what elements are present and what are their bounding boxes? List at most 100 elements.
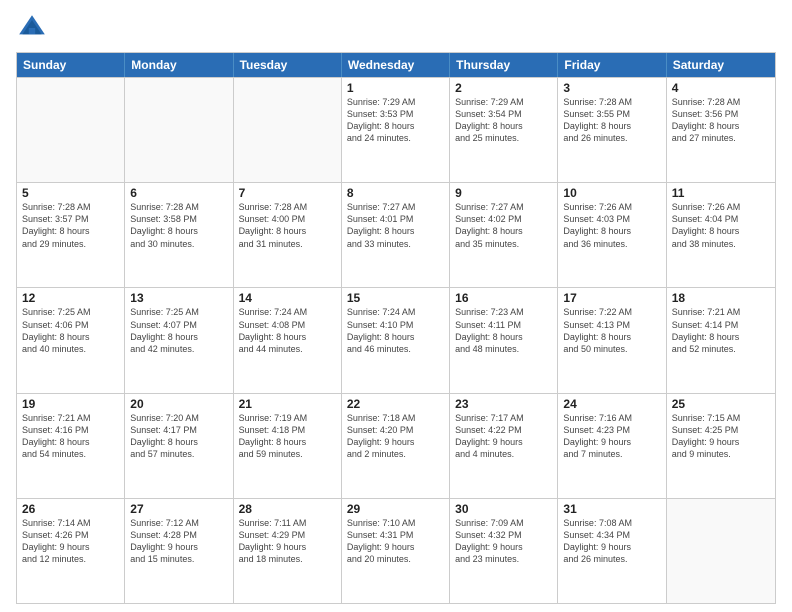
day-number: 6 — [130, 186, 227, 200]
header-day-thursday: Thursday — [450, 53, 558, 77]
day-info: Sunrise: 7:14 AM Sunset: 4:26 PM Dayligh… — [22, 517, 119, 566]
day-number: 9 — [455, 186, 552, 200]
day-number: 27 — [130, 502, 227, 516]
day-info: Sunrise: 7:24 AM Sunset: 4:10 PM Dayligh… — [347, 306, 444, 355]
day-info: Sunrise: 7:24 AM Sunset: 4:08 PM Dayligh… — [239, 306, 336, 355]
calendar-body: 1Sunrise: 7:29 AM Sunset: 3:53 PM Daylig… — [17, 77, 775, 603]
calendar-day-21: 21Sunrise: 7:19 AM Sunset: 4:18 PM Dayli… — [234, 394, 342, 498]
calendar-day-20: 20Sunrise: 7:20 AM Sunset: 4:17 PM Dayli… — [125, 394, 233, 498]
day-number: 22 — [347, 397, 444, 411]
calendar-day-26: 26Sunrise: 7:14 AM Sunset: 4:26 PM Dayli… — [17, 499, 125, 603]
day-info: Sunrise: 7:15 AM Sunset: 4:25 PM Dayligh… — [672, 412, 770, 461]
day-info: Sunrise: 7:28 AM Sunset: 3:56 PM Dayligh… — [672, 96, 770, 145]
day-info: Sunrise: 7:27 AM Sunset: 4:01 PM Dayligh… — [347, 201, 444, 250]
header-day-wednesday: Wednesday — [342, 53, 450, 77]
logo — [16, 12, 52, 44]
calendar-day-1: 1Sunrise: 7:29 AM Sunset: 3:53 PM Daylig… — [342, 78, 450, 182]
header-day-sunday: Sunday — [17, 53, 125, 77]
day-number: 3 — [563, 81, 660, 95]
logo-icon — [16, 12, 48, 44]
day-number: 15 — [347, 291, 444, 305]
header-day-monday: Monday — [125, 53, 233, 77]
calendar-day-24: 24Sunrise: 7:16 AM Sunset: 4:23 PM Dayli… — [558, 394, 666, 498]
calendar-day-22: 22Sunrise: 7:18 AM Sunset: 4:20 PM Dayli… — [342, 394, 450, 498]
day-number: 10 — [563, 186, 660, 200]
day-info: Sunrise: 7:26 AM Sunset: 4:03 PM Dayligh… — [563, 201, 660, 250]
empty-cell — [234, 78, 342, 182]
day-number: 24 — [563, 397, 660, 411]
calendar-day-10: 10Sunrise: 7:26 AM Sunset: 4:03 PM Dayli… — [558, 183, 666, 287]
day-number: 2 — [455, 81, 552, 95]
day-info: Sunrise: 7:12 AM Sunset: 4:28 PM Dayligh… — [130, 517, 227, 566]
calendar-day-6: 6Sunrise: 7:28 AM Sunset: 3:58 PM Daylig… — [125, 183, 233, 287]
calendar-day-5: 5Sunrise: 7:28 AM Sunset: 3:57 PM Daylig… — [17, 183, 125, 287]
day-info: Sunrise: 7:17 AM Sunset: 4:22 PM Dayligh… — [455, 412, 552, 461]
day-info: Sunrise: 7:23 AM Sunset: 4:11 PM Dayligh… — [455, 306, 552, 355]
day-info: Sunrise: 7:21 AM Sunset: 4:14 PM Dayligh… — [672, 306, 770, 355]
calendar-day-31: 31Sunrise: 7:08 AM Sunset: 4:34 PM Dayli… — [558, 499, 666, 603]
day-number: 29 — [347, 502, 444, 516]
calendar-day-27: 27Sunrise: 7:12 AM Sunset: 4:28 PM Dayli… — [125, 499, 233, 603]
day-info: Sunrise: 7:22 AM Sunset: 4:13 PM Dayligh… — [563, 306, 660, 355]
calendar-week-3: 12Sunrise: 7:25 AM Sunset: 4:06 PM Dayli… — [17, 287, 775, 392]
day-info: Sunrise: 7:29 AM Sunset: 3:54 PM Dayligh… — [455, 96, 552, 145]
calendar-day-17: 17Sunrise: 7:22 AM Sunset: 4:13 PM Dayli… — [558, 288, 666, 392]
day-info: Sunrise: 7:10 AM Sunset: 4:31 PM Dayligh… — [347, 517, 444, 566]
day-number: 19 — [22, 397, 119, 411]
day-info: Sunrise: 7:28 AM Sunset: 3:55 PM Dayligh… — [563, 96, 660, 145]
day-number: 20 — [130, 397, 227, 411]
calendar-day-30: 30Sunrise: 7:09 AM Sunset: 4:32 PM Dayli… — [450, 499, 558, 603]
header-day-friday: Friday — [558, 53, 666, 77]
day-number: 11 — [672, 186, 770, 200]
day-number: 31 — [563, 502, 660, 516]
empty-cell — [125, 78, 233, 182]
calendar: SundayMondayTuesdayWednesdayThursdayFrid… — [16, 52, 776, 604]
day-info: Sunrise: 7:09 AM Sunset: 4:32 PM Dayligh… — [455, 517, 552, 566]
day-number: 12 — [22, 291, 119, 305]
calendar-day-9: 9Sunrise: 7:27 AM Sunset: 4:02 PM Daylig… — [450, 183, 558, 287]
day-info: Sunrise: 7:26 AM Sunset: 4:04 PM Dayligh… — [672, 201, 770, 250]
calendar-week-2: 5Sunrise: 7:28 AM Sunset: 3:57 PM Daylig… — [17, 182, 775, 287]
day-info: Sunrise: 7:21 AM Sunset: 4:16 PM Dayligh… — [22, 412, 119, 461]
calendar-day-4: 4Sunrise: 7:28 AM Sunset: 3:56 PM Daylig… — [667, 78, 775, 182]
day-number: 18 — [672, 291, 770, 305]
day-info: Sunrise: 7:18 AM Sunset: 4:20 PM Dayligh… — [347, 412, 444, 461]
day-number: 17 — [563, 291, 660, 305]
day-number: 26 — [22, 502, 119, 516]
day-number: 5 — [22, 186, 119, 200]
day-info: Sunrise: 7:16 AM Sunset: 4:23 PM Dayligh… — [563, 412, 660, 461]
day-number: 14 — [239, 291, 336, 305]
page: SundayMondayTuesdayWednesdayThursdayFrid… — [0, 0, 792, 612]
calendar-week-4: 19Sunrise: 7:21 AM Sunset: 4:16 PM Dayli… — [17, 393, 775, 498]
day-number: 25 — [672, 397, 770, 411]
day-number: 1 — [347, 81, 444, 95]
calendar-day-28: 28Sunrise: 7:11 AM Sunset: 4:29 PM Dayli… — [234, 499, 342, 603]
calendar-day-25: 25Sunrise: 7:15 AM Sunset: 4:25 PM Dayli… — [667, 394, 775, 498]
day-info: Sunrise: 7:28 AM Sunset: 3:58 PM Dayligh… — [130, 201, 227, 250]
day-info: Sunrise: 7:27 AM Sunset: 4:02 PM Dayligh… — [455, 201, 552, 250]
day-number: 28 — [239, 502, 336, 516]
day-info: Sunrise: 7:20 AM Sunset: 4:17 PM Dayligh… — [130, 412, 227, 461]
day-number: 21 — [239, 397, 336, 411]
day-number: 16 — [455, 291, 552, 305]
day-info: Sunrise: 7:08 AM Sunset: 4:34 PM Dayligh… — [563, 517, 660, 566]
calendar-week-1: 1Sunrise: 7:29 AM Sunset: 3:53 PM Daylig… — [17, 77, 775, 182]
day-info: Sunrise: 7:28 AM Sunset: 4:00 PM Dayligh… — [239, 201, 336, 250]
header-day-saturday: Saturday — [667, 53, 775, 77]
day-info: Sunrise: 7:25 AM Sunset: 4:07 PM Dayligh… — [130, 306, 227, 355]
day-number: 30 — [455, 502, 552, 516]
calendar-header: SundayMondayTuesdayWednesdayThursdayFrid… — [17, 53, 775, 77]
calendar-day-16: 16Sunrise: 7:23 AM Sunset: 4:11 PM Dayli… — [450, 288, 558, 392]
day-number: 8 — [347, 186, 444, 200]
day-number: 23 — [455, 397, 552, 411]
header — [16, 12, 776, 44]
empty-cell — [17, 78, 125, 182]
day-info: Sunrise: 7:11 AM Sunset: 4:29 PM Dayligh… — [239, 517, 336, 566]
day-number: 7 — [239, 186, 336, 200]
empty-cell — [667, 499, 775, 603]
calendar-day-23: 23Sunrise: 7:17 AM Sunset: 4:22 PM Dayli… — [450, 394, 558, 498]
day-info: Sunrise: 7:19 AM Sunset: 4:18 PM Dayligh… — [239, 412, 336, 461]
calendar-day-15: 15Sunrise: 7:24 AM Sunset: 4:10 PM Dayli… — [342, 288, 450, 392]
calendar-day-8: 8Sunrise: 7:27 AM Sunset: 4:01 PM Daylig… — [342, 183, 450, 287]
calendar-day-18: 18Sunrise: 7:21 AM Sunset: 4:14 PM Dayli… — [667, 288, 775, 392]
